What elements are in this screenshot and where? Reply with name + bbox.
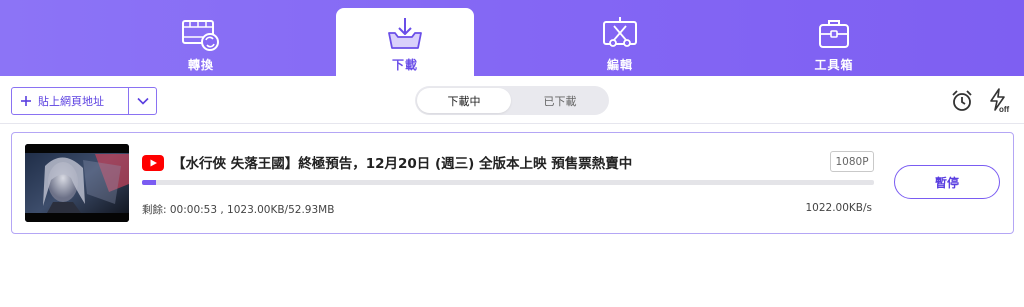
segment-downloading[interactable]: 下載中 [417,88,511,113]
youtube-icon [142,155,164,171]
video-title: 【水行俠 失落王國】終極預告，12月20日 (週三) 全版本上映 預售票熱賣中 [172,156,633,172]
paste-url-button-group: 貼上網頁地址 [11,87,157,115]
download-status-toggle: 下載中 已下載 [415,86,609,115]
turbo-off-icon[interactable]: off [987,88,1013,114]
download-progress-fill [142,180,156,185]
download-progress-bar [142,180,874,185]
svg-text:off: off [999,105,1010,114]
paste-options-dropdown[interactable] [129,88,156,114]
resolution-badge: 1080P [830,151,874,172]
tab-toolbox[interactable]: 工具箱 [765,8,903,76]
alarm-clock-icon[interactable] [949,88,975,114]
download-item: 【水行俠 失落王國】終極預告，12月20日 (週三) 全版本上映 預售票熱賣中 … [11,132,1014,234]
segment-downloaded[interactable]: 已下載 [513,88,607,113]
tab-convert[interactable]: 轉換 [132,8,270,76]
tab-edit[interactable]: 編輯 [551,8,689,76]
tab-download[interactable]: 下載 [336,8,474,76]
download-toolbar: 貼上網頁地址 下載中 已下載 off [0,76,1024,124]
edit-cut-icon [603,17,637,47]
paste-url-label: 貼上網頁地址 [38,95,104,108]
plus-icon [21,96,31,106]
tab-convert-label: 轉換 [187,58,214,72]
chevron-down-icon [136,97,149,105]
pause-button[interactable]: 暫停 [894,165,1000,199]
main-nav-bar: 轉換 下載 編輯 工具箱 [0,0,1024,76]
download-speed: 1022.00KB/s [805,202,872,214]
toolbox-icon [819,20,849,48]
video-thumbnail [25,144,129,222]
tab-toolbox-label: 工具箱 [814,58,854,72]
tab-download-label: 下載 [391,58,418,72]
film-convert-icon [182,20,219,51]
remaining-info: 剩餘: 00:00:53 , 1023.00KB/52.93MB [142,204,335,216]
download-tray-icon [388,18,422,49]
paste-url-button[interactable]: 貼上網頁地址 [12,88,128,114]
tab-edit-label: 編輯 [606,58,633,72]
